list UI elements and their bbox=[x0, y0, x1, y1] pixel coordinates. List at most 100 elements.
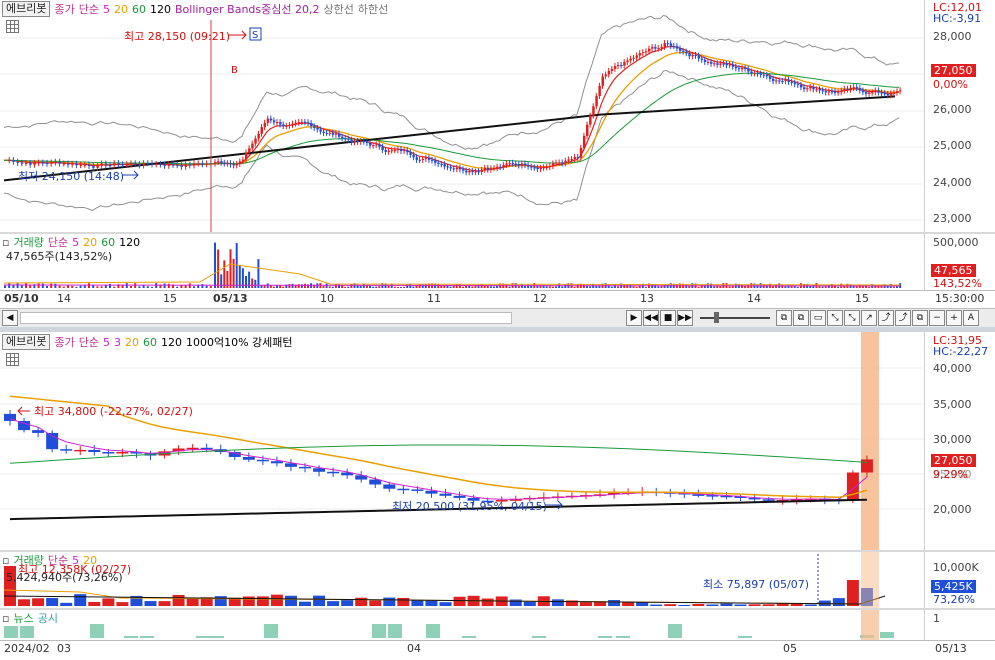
zoom-slider-handle[interactable] bbox=[714, 312, 719, 323]
candle-body bbox=[849, 87, 852, 90]
candle-body bbox=[607, 70, 611, 75]
volume-bar bbox=[818, 286, 821, 288]
stock-name-chip[interactable]: 에브리봇 bbox=[2, 1, 51, 17]
news-bar bbox=[196, 636, 210, 638]
volume-bar bbox=[220, 274, 223, 288]
ma120-line bbox=[3, 95, 896, 182]
candle-body bbox=[155, 163, 158, 165]
tool-icon[interactable]: ⧉ bbox=[793, 310, 809, 326]
news-bar bbox=[4, 626, 18, 638]
candle-body bbox=[232, 164, 236, 166]
daily-volume-bar bbox=[88, 601, 101, 606]
rewind-button[interactable]: ◀◀ bbox=[643, 310, 659, 326]
bollinger-label[interactable]: Bollinger Bands중심선 20,2 bbox=[175, 1, 320, 17]
candle-body bbox=[347, 138, 350, 140]
play-button[interactable]: ▶ bbox=[626, 310, 642, 326]
news-label[interactable]: 뉴스 bbox=[13, 610, 33, 626]
daily-volume-bar bbox=[313, 595, 326, 606]
vol-ma20[interactable]: 20 bbox=[83, 236, 97, 249]
bottom-volume-axis: 10,000K 5,425K 73,26% bbox=[924, 552, 995, 608]
pattern-highlight bbox=[861, 332, 879, 550]
candle-body bbox=[113, 163, 116, 166]
tool-icon[interactable]: ⤡ bbox=[844, 310, 860, 326]
candle-body bbox=[328, 132, 332, 134]
stop-button[interactable]: ■ bbox=[660, 310, 676, 326]
candle-body bbox=[62, 163, 66, 165]
candle-body bbox=[142, 163, 146, 166]
tool-icon[interactable]: ⧉ bbox=[912, 310, 928, 326]
vol-ma5[interactable]: 5 bbox=[72, 236, 79, 249]
text-size-button[interactable]: A bbox=[963, 310, 979, 326]
candle-body bbox=[868, 92, 871, 94]
volume-bar bbox=[551, 286, 554, 288]
ma20-label[interactable]: 20 bbox=[125, 336, 139, 349]
volume-bar bbox=[393, 286, 396, 288]
vol-ma120[interactable]: 120 bbox=[119, 236, 140, 249]
news-bar bbox=[372, 624, 386, 638]
upper-band-label[interactable]: 상한선 bbox=[324, 1, 354, 17]
volume-bar bbox=[796, 286, 799, 288]
bollinger-lower-line bbox=[3, 70, 900, 211]
candle-body bbox=[88, 164, 91, 167]
volume-bar bbox=[403, 286, 406, 288]
tool-icon[interactable]: ⧉ bbox=[776, 310, 792, 326]
scroll-left-button[interactable]: ◀ bbox=[2, 310, 18, 326]
lower-band-label[interactable]: 하한선 bbox=[358, 1, 388, 17]
volume-bar bbox=[151, 286, 153, 288]
price-type-label[interactable]: 종가 bbox=[54, 334, 74, 350]
disclosure-label[interactable]: 공시 bbox=[38, 610, 58, 626]
volume-bar bbox=[193, 286, 195, 288]
candle-body bbox=[313, 126, 316, 128]
volume-bar bbox=[728, 286, 731, 288]
horizontal-scrollbar[interactable] bbox=[20, 312, 512, 324]
grid-settings-icon[interactable] bbox=[6, 353, 19, 366]
news-axis: 1 bbox=[924, 610, 995, 640]
volume-bar bbox=[322, 286, 325, 288]
volume-bar bbox=[113, 286, 116, 288]
tool-icon[interactable]: ↗ bbox=[861, 310, 877, 326]
tool-icon[interactable]: ⤡ bbox=[827, 310, 843, 326]
tool-icon[interactable]: ⤴ bbox=[895, 310, 911, 326]
ma5-label[interactable]: 5 bbox=[103, 336, 110, 349]
change-pct: 9,29% bbox=[933, 468, 968, 481]
grid-settings-icon[interactable] bbox=[6, 20, 19, 33]
price-type-label[interactable]: 종가 bbox=[54, 1, 74, 17]
candle-body bbox=[390, 150, 394, 152]
ma60-label[interactable]: 60 bbox=[143, 336, 157, 349]
ma120-label[interactable]: 120 bbox=[161, 336, 182, 349]
ma-type-label[interactable]: 단순 bbox=[79, 1, 99, 17]
tool-icon[interactable]: ⤴ bbox=[878, 310, 894, 326]
candle-body bbox=[125, 164, 129, 166]
candle-body bbox=[781, 80, 784, 82]
ma20-label[interactable]: 20 bbox=[114, 3, 128, 16]
intraday-low-annotation: 최저 24,150 (14:48) bbox=[18, 170, 125, 183]
ma120-label[interactable]: 120 bbox=[150, 3, 171, 16]
x-tick: 05 bbox=[783, 642, 797, 655]
news-bar bbox=[880, 632, 894, 638]
zoom-in-button[interactable]: + bbox=[946, 310, 962, 326]
stock-name-chip[interactable]: 에브리봇 bbox=[2, 334, 51, 350]
fast-forward-button[interactable]: ▶▶ bbox=[677, 310, 693, 326]
ma3-label[interactable]: 3 bbox=[114, 336, 121, 349]
tool-icon[interactable]: ▭ bbox=[810, 310, 826, 326]
candle-body bbox=[121, 164, 125, 166]
candle-body bbox=[629, 58, 632, 61]
volume-bar bbox=[657, 286, 660, 288]
ma60-label[interactable]: 60 bbox=[132, 3, 146, 16]
volume-bar bbox=[868, 286, 871, 288]
candle-body bbox=[778, 80, 781, 82]
candle-body bbox=[827, 91, 831, 93]
pattern-label[interactable]: 1000억10% 강세패턴 bbox=[186, 334, 293, 350]
candle-body bbox=[821, 90, 825, 92]
ma-type-label[interactable]: 단순 bbox=[79, 334, 99, 350]
candle-body bbox=[477, 171, 480, 173]
volume-bar bbox=[37, 283, 40, 288]
zoom-out-button[interactable]: − bbox=[929, 310, 945, 326]
zoom-slider[interactable] bbox=[700, 317, 770, 319]
y-tick: 25,000 bbox=[933, 139, 972, 152]
ma5-label[interactable]: 5 bbox=[103, 3, 110, 16]
volume-bar bbox=[16, 283, 19, 288]
vol-ma60[interactable]: 60 bbox=[101, 236, 115, 249]
candle-body bbox=[263, 122, 267, 128]
candle-body bbox=[387, 150, 391, 152]
